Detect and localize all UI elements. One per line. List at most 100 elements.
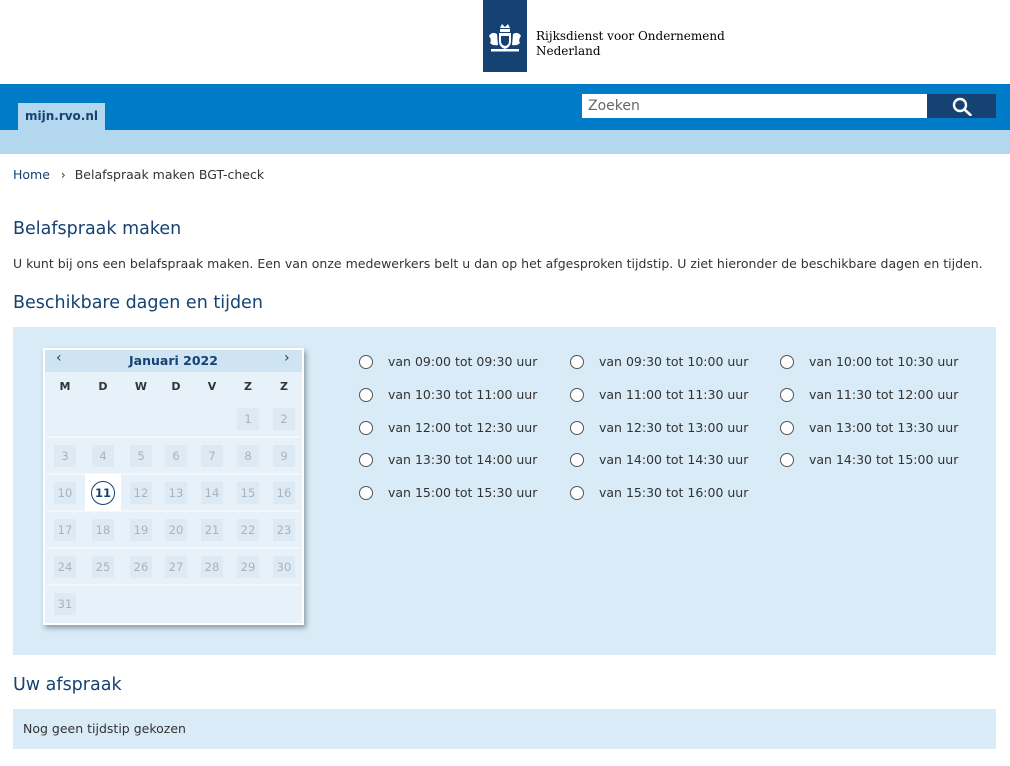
calendar-day-number: 11 xyxy=(91,480,115,505)
breadcrumb-current: Belafspraak maken BGT-check xyxy=(74,167,265,182)
time-slot-option[interactable]: van 09:00 tot 09:30 uur xyxy=(359,354,537,369)
time-slot-option[interactable]: van 11:00 tot 11:30 uur xyxy=(570,387,748,402)
time-slot-label: van 12:00 tot 12:30 uur xyxy=(388,420,538,435)
time-slot-label: van 10:30 tot 11:00 uur xyxy=(388,387,538,402)
calendar-day-number: 2 xyxy=(272,406,296,431)
weekday-label: W xyxy=(134,380,148,393)
calendar-day-number: 7 xyxy=(200,443,224,468)
calendar-day-number: 23 xyxy=(272,517,296,542)
calendar-day-number: 18 xyxy=(91,517,115,542)
calendar-day-number: 5 xyxy=(129,443,153,468)
radio-button[interactable] xyxy=(359,420,373,435)
time-slot-option[interactable]: van 11:30 tot 12:00 uur xyxy=(780,387,958,402)
time-slot-option[interactable]: van 09:30 tot 10:00 uur xyxy=(570,354,748,369)
site-tab[interactable]: mijn.rvo.nl xyxy=(18,103,105,130)
appointment-heading: Uw afspraak xyxy=(13,675,122,695)
radio-button[interactable] xyxy=(359,387,373,402)
radio-button[interactable] xyxy=(359,485,373,500)
time-slot-option[interactable]: van 10:30 tot 11:00 uur xyxy=(359,387,537,402)
calendar-day-disabled: 4 xyxy=(85,437,121,474)
calendar-day-disabled: 21 xyxy=(194,511,230,548)
time-slot-label: van 13:30 tot 14:00 uur xyxy=(388,452,538,467)
search-input[interactable] xyxy=(582,94,928,118)
time-slot-label: van 11:30 tot 12:00 uur xyxy=(809,387,959,402)
time-slot-option[interactable]: van 13:30 tot 14:00 uur xyxy=(359,452,537,467)
calendar-day-number: 6 xyxy=(164,443,188,468)
calendar-day-number: 8 xyxy=(236,443,260,468)
time-slot-label: van 15:30 tot 16:00 uur xyxy=(599,485,749,500)
calendar-day-disabled: 15 xyxy=(230,474,266,511)
calendar-day-disabled: 7 xyxy=(194,437,230,474)
time-slot-label: van 15:00 tot 15:30 uur xyxy=(388,485,538,500)
logo-bar: Rijksdienst voor Ondernemend Nederland xyxy=(0,0,1010,84)
calendar-day-number: 24 xyxy=(53,554,77,579)
time-slot-option[interactable]: van 15:30 tot 16:00 uur xyxy=(570,485,748,500)
radio-button[interactable] xyxy=(780,420,794,435)
chevron-right-icon: › xyxy=(60,167,66,182)
time-slot-label: van 13:00 tot 13:30 uur xyxy=(809,420,959,435)
intro-text: U kunt bij ons een belafspraak maken. Ee… xyxy=(13,256,983,271)
time-slot-option[interactable]: van 14:00 tot 14:30 uur xyxy=(570,452,748,467)
radio-button[interactable] xyxy=(570,420,584,435)
calendar-day-disabled: 12 xyxy=(123,474,159,511)
calendar-day-available[interactable]: 11 xyxy=(85,474,121,511)
appointment-status: Nog geen tijdstip gekozen xyxy=(23,721,186,736)
calendar-day-number: 31 xyxy=(53,591,77,616)
calendar-day-disabled: 2 xyxy=(266,400,302,437)
radio-button[interactable] xyxy=(570,452,584,467)
calendar-day-disabled: 10 xyxy=(47,474,83,511)
rijksoverheid-logo[interactable] xyxy=(483,0,527,72)
time-slot-option[interactable]: van 10:00 tot 10:30 uur xyxy=(780,354,958,369)
calendar-day-disabled: 6 xyxy=(158,437,194,474)
calendar-day-number: 25 xyxy=(91,554,115,579)
calendar-day-disabled: 3 xyxy=(47,437,83,474)
search-icon xyxy=(952,97,972,116)
calendar-day-number: 26 xyxy=(129,554,153,579)
time-slot-option[interactable]: van 14:30 tot 15:00 uur xyxy=(780,452,958,467)
radio-button[interactable] xyxy=(780,387,794,402)
availability-heading: Beschikbare dagen en tijden xyxy=(13,293,263,313)
time-slot-label: van 12:30 tot 13:00 uur xyxy=(599,420,749,435)
radio-button[interactable] xyxy=(570,354,584,369)
calendar-day-disabled: 24 xyxy=(47,548,83,585)
radio-button[interactable] xyxy=(570,387,584,402)
appointment-summary: Nog geen tijdstip gekozen xyxy=(13,709,996,749)
radio-button[interactable] xyxy=(359,452,373,467)
calendar-day-disabled: 26 xyxy=(123,548,159,585)
time-slot-label: van 14:30 tot 15:00 uur xyxy=(809,452,959,467)
calendar-day-number: 28 xyxy=(200,554,224,579)
calendar-day-disabled: 8 xyxy=(230,437,266,474)
calendar-day-number: 20 xyxy=(164,517,188,542)
chevron-right-icon[interactable]: › xyxy=(284,350,290,366)
calendar-day-number: 27 xyxy=(164,554,188,579)
calendar-day-disabled: 30 xyxy=(266,548,302,585)
search-button[interactable] xyxy=(927,94,996,118)
calendar-day-number: 13 xyxy=(164,480,188,505)
time-slot-option[interactable]: van 15:00 tot 15:30 uur xyxy=(359,485,537,500)
radio-button[interactable] xyxy=(780,452,794,467)
breadcrumb-home-link[interactable]: Home xyxy=(13,167,50,182)
calendar-day-disabled: 5 xyxy=(123,437,159,474)
time-slot-label: van 11:00 tot 11:30 uur xyxy=(599,387,749,402)
time-slot-option[interactable]: van 12:00 tot 12:30 uur xyxy=(359,420,537,435)
calendar-header: ‹ Januari 2022 › xyxy=(45,350,302,372)
calendar-day-number: 3 xyxy=(53,443,77,468)
calendar-day-disabled: 22 xyxy=(230,511,266,548)
radio-button[interactable] xyxy=(780,354,794,369)
time-slot-option[interactable]: van 13:00 tot 13:30 uur xyxy=(780,420,958,435)
radio-button[interactable] xyxy=(359,354,373,369)
breadcrumb: Home › Belafspraak maken BGT-check xyxy=(13,167,264,182)
coat-of-arms-icon xyxy=(489,24,521,52)
weekday-label: D xyxy=(98,380,108,393)
time-slot-option[interactable]: van 12:30 tot 13:00 uur xyxy=(570,420,748,435)
time-slot-label: van 10:00 tot 10:30 uur xyxy=(809,354,959,369)
radio-button[interactable] xyxy=(570,485,584,500)
calendar-day-disabled: 25 xyxy=(85,548,121,585)
calendar-day-number: 15 xyxy=(236,480,260,505)
calendar-day-disabled: 28 xyxy=(194,548,230,585)
booking-panel: ‹ Januari 2022 › M D W D V Z Z 1 2 3 4 5 6 7 8 9 10 11 12 1… xyxy=(13,327,996,655)
calendar-day-number: 22 xyxy=(236,517,260,542)
calendar-day-disabled: 1 xyxy=(230,400,266,437)
calendar-day-disabled: 14 xyxy=(194,474,230,511)
calendar-day-number: 10 xyxy=(53,480,77,505)
